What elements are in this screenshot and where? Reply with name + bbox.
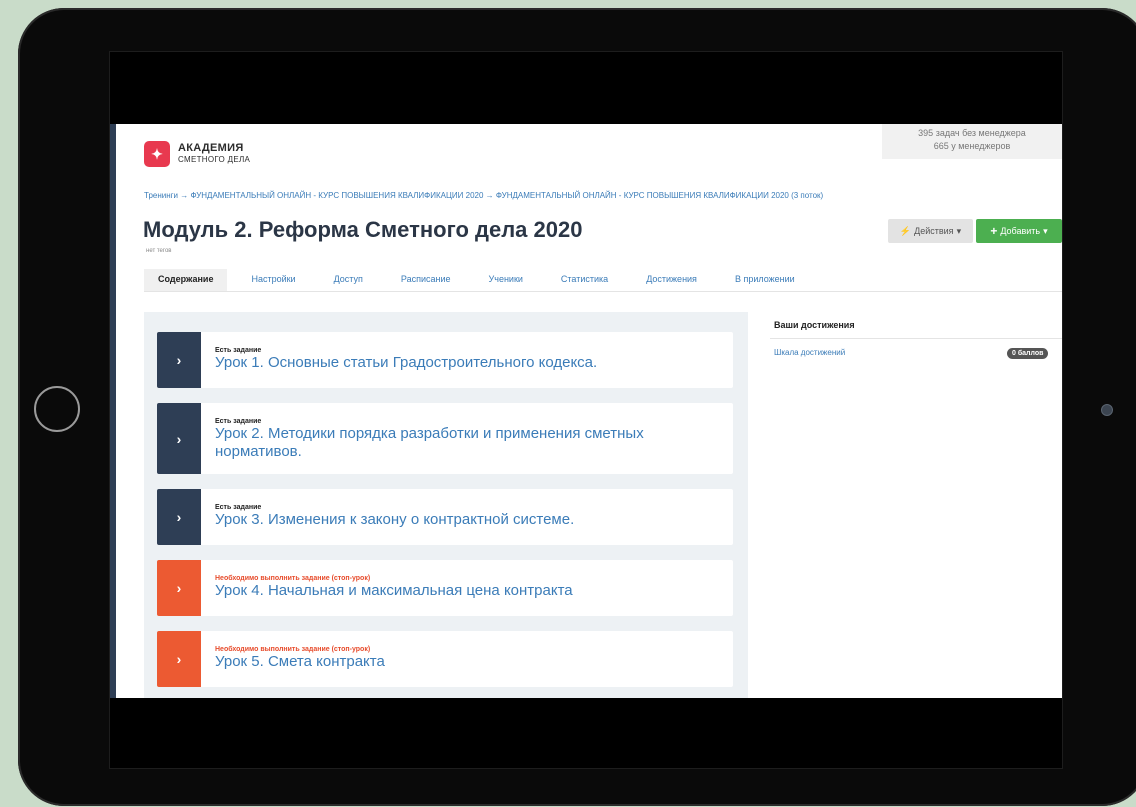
tasks-counter: 395 задач без менеджера 665 у менеджеров (882, 124, 1062, 159)
add-label: Добавить (1000, 226, 1041, 236)
tasks-without-manager[interactable]: 395 задач без менеджера (882, 127, 1062, 140)
chevron-right-icon[interactable]: › (157, 631, 201, 687)
screen: ✦ АКАДЕМИЯ СМЕТНОГО ДЕЛА 395 задач без м… (109, 51, 1063, 769)
lesson-body: Есть задание Урок 3. Изменения к закону о… (215, 489, 723, 529)
chevron-right-icon[interactable]: › (157, 403, 201, 474)
logo-text: АКАДЕМИЯ СМЕТНОГО ДЕЛА (178, 143, 250, 165)
lesson-card[interactable]: › Есть задание Урок 1. Основные статьи Гра… (157, 332, 733, 388)
lightning-icon: ⚡ (899, 225, 912, 236)
home-button[interactable] (34, 386, 80, 432)
tab-4[interactable]: Ученики (475, 269, 537, 291)
lesson-card[interactable]: › Есть задание Урок 2. Методики порядка ра… (157, 403, 733, 474)
tags-text: нет тегов (146, 248, 172, 254)
tab-3[interactable]: Расписание (387, 269, 465, 291)
lesson-status: Необходимо выполнить задание (стоп-урок) (215, 646, 371, 653)
lesson-body: Есть задание Урок 2. Методики порядка раз… (215, 403, 723, 461)
tasks-with-manager[interactable]: 665 у менеджеров (882, 140, 1062, 153)
tab-2[interactable]: Доступ (320, 269, 377, 291)
lesson-title[interactable]: Урок 3. Изменения к закону о контрактной… (215, 511, 723, 529)
points-badge: 0 баллов (1007, 348, 1049, 359)
lesson-card[interactable]: › Необходимо выполнить задание (стоп-урок… (157, 560, 733, 616)
chevron-right-icon[interactable]: › (157, 489, 201, 545)
lesson-body: Есть задание Урок 1. Основные статьи Град… (215, 332, 723, 372)
achievements-heading: Ваши достижения (774, 320, 855, 330)
lesson-title[interactable]: Урок 2. Методики порядка разработки и пр… (215, 425, 723, 461)
lessons-list: › Есть задание Урок 1. Основные статьи Гра… (144, 312, 748, 698)
tabs: Содержание Настройки Доступ Расписание Учени… (144, 269, 1062, 292)
camera-icon (1101, 404, 1113, 416)
lesson-title[interactable]: Урок 1. Основные статьи Градостроительно… (215, 354, 723, 372)
lesson-status: Необходимо выполнить задание (стоп-урок) (215, 575, 371, 582)
lesson-status: Есть задание (215, 418, 262, 425)
sidebar-strip (110, 124, 116, 698)
lesson-body: Необходимо выполнить задание (стоп-урок)… (215, 560, 723, 600)
actions-label: Действия (914, 226, 954, 236)
lesson-card[interactable]: › Необходимо выполнить задание (стоп-урок… (157, 631, 733, 687)
lesson-title[interactable]: Урок 4. Начальная и максимальная цена ко… (215, 582, 723, 600)
chevron-right-icon[interactable]: › (157, 560, 201, 616)
tab-1[interactable]: Настройки (237, 269, 309, 291)
logo[interactable]: ✦ АКАДЕМИЯ СМЕТНОГО ДЕЛА (144, 141, 250, 167)
lesson-status: Есть задание (215, 504, 262, 511)
breadcrumb[interactable]: Тренинги → ФУНДАМЕНТАЛЬНЫЙ ОНЛАЙН - КУРС… (144, 191, 823, 200)
tab-6[interactable]: Достижения (632, 269, 711, 291)
lesson-card[interactable]: › Есть задание Урок 3. Изменения к закону … (157, 489, 733, 545)
tab-7[interactable]: В приложении (721, 269, 809, 291)
logo-icon: ✦ (144, 141, 170, 167)
lesson-body: Необходимо выполнить задание (стоп-урок)… (215, 631, 723, 671)
page-title: Модуль 2. Реформа Сметного дела 2020 (143, 217, 583, 242)
divider (770, 338, 1062, 339)
plus-icon: + (990, 224, 998, 238)
logo-line1: АКАДЕМИЯ (178, 142, 244, 154)
lesson-status: Есть задание (215, 347, 262, 354)
page: ✦ АКАДЕМИЯ СМЕТНОГО ДЕЛА 395 задач без м… (110, 124, 1062, 698)
achievements-link[interactable]: Шкала достижений (774, 348, 845, 357)
actions-button[interactable]: ⚡ Действия ▾ (888, 219, 973, 243)
tab-0[interactable]: Содержание (144, 269, 228, 291)
caret-down-icon: ▾ (956, 225, 962, 236)
lesson-title[interactable]: Урок 5. Смета контракта (215, 653, 723, 671)
logo-line2: СМЕТНОГО ДЕЛА (178, 155, 251, 164)
chevron-right-icon[interactable]: › (157, 332, 201, 388)
caret-down-icon: ▾ (1043, 225, 1048, 236)
tab-5[interactable]: Статистика (547, 269, 622, 291)
add-button[interactable]: + Добавить ▾ (976, 219, 1062, 243)
